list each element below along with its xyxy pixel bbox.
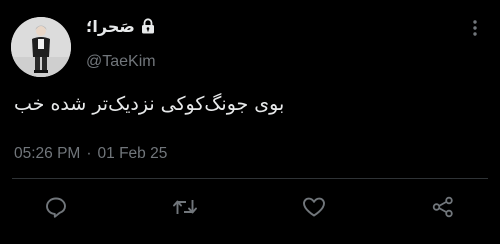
like-button[interactable] (299, 192, 329, 222)
retweet-button[interactable] (170, 192, 200, 222)
tweet-time[interactable]: 05:26 PM (14, 145, 80, 163)
meta-separator: · (86, 145, 92, 162)
retweet-icon (172, 195, 198, 219)
display-name[interactable]: صَحرا؛ (86, 17, 135, 36)
avatar-image (11, 17, 71, 77)
lock-icon (141, 18, 155, 34)
name-row: صَحرا؛ (86, 14, 155, 38)
tweet-text: بوی جونگ‌کوکی نزدیک‌تر شده خب (14, 93, 285, 115)
reply-button[interactable] (41, 192, 71, 222)
more-vertical-icon[interactable] (469, 18, 481, 38)
avatar[interactable] (11, 17, 71, 77)
share-icon (430, 195, 456, 219)
divider (12, 178, 488, 179)
tweet-date[interactable]: 01 Feb 25 (98, 145, 168, 163)
action-bar (0, 192, 500, 224)
reply-icon (44, 195, 68, 219)
tweet-card: صَحرا؛ @TaeKim بوی جونگ‌کوکی نزدیک‌تر شد… (0, 0, 500, 244)
tweet-meta: 05:26 PM · 01 Feb 25 (14, 145, 167, 163)
heart-icon (301, 195, 327, 219)
share-button[interactable] (428, 192, 458, 222)
user-handle[interactable]: @TaeKim (86, 53, 156, 71)
